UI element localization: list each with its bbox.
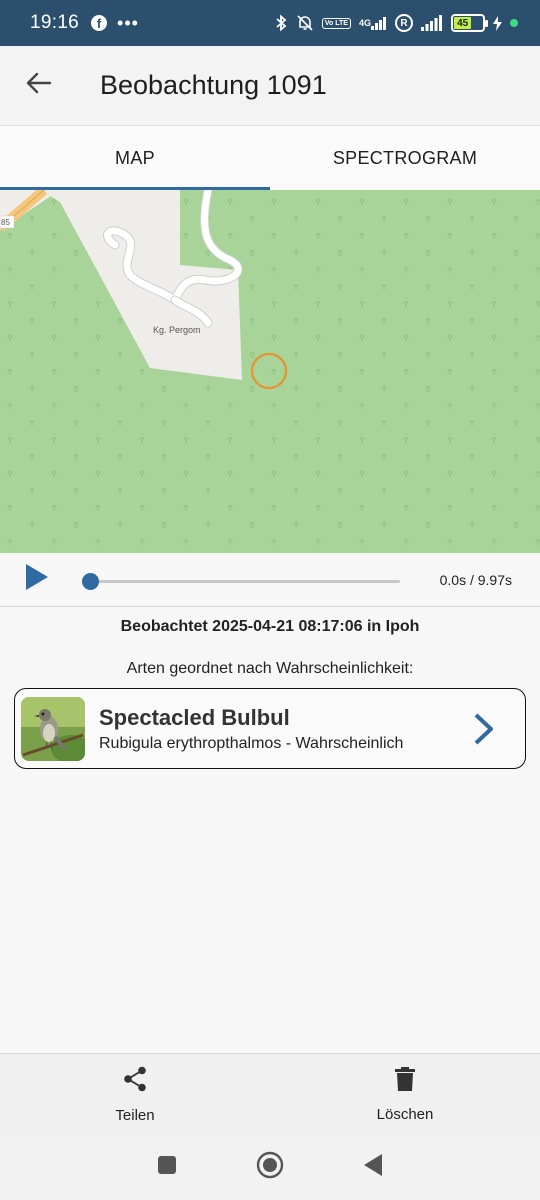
delete-button[interactable]: Löschen — [270, 1054, 540, 1135]
species-heading: Arten geordnet nach Wahrscheinlichkeit: — [126, 660, 414, 677]
back-button[interactable] — [0, 46, 78, 126]
recents-button[interactable] — [147, 1148, 187, 1188]
bluetooth-icon — [274, 14, 288, 32]
more-dots-icon: ••• — [117, 12, 139, 33]
signal-icon — [421, 15, 443, 31]
network-label: 4G — [358, 18, 371, 28]
road-number: 85 — [1, 218, 10, 227]
triangle-back-icon — [363, 1154, 383, 1181]
status-bar: 19:16 f ••• Vo LTE 4G R 45 — [0, 0, 540, 46]
audio-player: 0.0s / 9.97s — [0, 553, 540, 607]
square-icon — [157, 1155, 177, 1180]
tab-bar: MAP SPECTROGRAM — [0, 126, 540, 190]
trash-icon — [395, 1066, 415, 1096]
home-circle-icon — [256, 1151, 284, 1184]
seek-track[interactable] — [90, 580, 400, 583]
volte-icon: Vo LTE — [321, 17, 351, 29]
signal-4g-icon: 4G — [359, 16, 387, 30]
seek-handle[interactable] — [82, 573, 99, 590]
battery-level: 45 — [454, 17, 472, 29]
tab-map[interactable]: MAP — [0, 126, 270, 190]
back-nav-button[interactable] — [353, 1148, 393, 1188]
facebook-icon: f — [91, 15, 108, 31]
delete-label: Löschen — [376, 1105, 434, 1123]
arrow-left-icon — [26, 72, 52, 99]
tab-spectrogram[interactable]: SPECTROGRAM — [270, 126, 540, 190]
bottom-action-bar: Teilen Löschen — [0, 1053, 540, 1135]
status-time: 19:16 — [30, 12, 80, 33]
map-place-label: Kg. Pergom — [153, 325, 201, 335]
map-view[interactable]: 85 Kg. Pergom — [0, 190, 540, 553]
privacy-dot-icon — [510, 19, 518, 27]
play-button[interactable] — [26, 564, 52, 595]
time-readout: 0.0s / 9.97s — [439, 572, 512, 588]
play-icon — [26, 564, 48, 595]
species-card[interactable]: Spectacled Bulbul Rubigula erythropthalm… — [14, 688, 526, 769]
home-button[interactable] — [250, 1148, 290, 1188]
battery-icon: 45 — [451, 14, 488, 32]
species-common-name: Spectacled Bulbul — [99, 704, 290, 730]
charging-icon — [493, 15, 502, 31]
share-icon — [123, 1066, 147, 1097]
r-icon: R — [395, 14, 413, 32]
page-title: Beobachtung 1091 — [100, 70, 327, 100]
species-thumbnail — [21, 696, 85, 761]
system-nav-bar — [0, 1135, 540, 1200]
species-scientific-name: Rubigula erythropthalmos - Wahrscheinlic… — [99, 734, 404, 752]
observed-datetime: Beobachtet 2025-04-21 08:17:06 in Ipoh — [120, 618, 420, 635]
bell-off-icon — [296, 14, 314, 32]
share-label: Teilen — [115, 1106, 155, 1124]
share-button[interactable]: Teilen — [0, 1054, 270, 1135]
app-bar: Beobachtung 1091 — [0, 46, 540, 126]
chevron-right-icon[interactable] — [469, 709, 499, 749]
